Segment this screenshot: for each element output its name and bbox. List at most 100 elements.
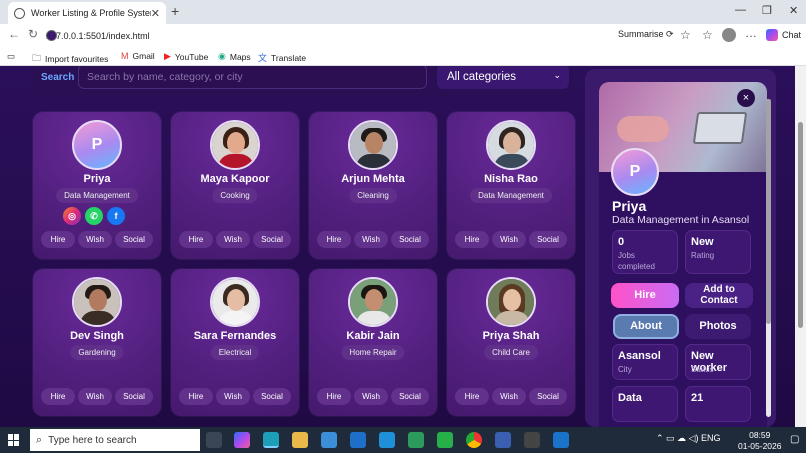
tab-about[interactable]: About (613, 314, 679, 339)
app-icon[interactable] (379, 432, 395, 448)
profile-hire-button[interactable]: Hire (611, 283, 679, 308)
search-bar: Search All categories ⌄ (33, 66, 573, 96)
system-tray[interactable]: ⌃ ▭ ☁ ◁) ENG (656, 433, 720, 444)
social-button[interactable]: Social (253, 388, 291, 405)
social-button[interactable]: Social (115, 388, 153, 405)
bookmark-translate[interactable]: 文 Translate (258, 51, 306, 64)
hire-button[interactable]: Hire (41, 231, 75, 248)
task-view-icon[interactable] (206, 432, 222, 448)
close-tab-icon[interactable]: ✕ (151, 7, 160, 20)
stat-jobs: 0 Jobs completed (612, 230, 678, 274)
green-app-icon[interactable] (437, 432, 453, 448)
worker-name: Kabir Jain (346, 330, 400, 342)
youtube-icon: ▶ (164, 51, 171, 61)
page-scrollbar[interactable] (795, 66, 806, 427)
social-button[interactable]: Social (529, 388, 567, 405)
worker-card-kabir-jain[interactable]: Kabir Jain Home Repair Hire Wish Social (309, 269, 437, 416)
calculator-icon[interactable] (408, 432, 424, 448)
store-icon[interactable] (321, 432, 337, 448)
wish-button[interactable]: Wish (354, 388, 388, 405)
reload-icon[interactable]: ↻ (28, 27, 38, 41)
favourites-icon[interactable]: ☆ (702, 28, 713, 42)
star-icon[interactable]: ☆ (680, 28, 691, 42)
instagram-icon[interactable]: ◎ (63, 207, 81, 225)
copilot-taskbar-icon[interactable] (234, 432, 250, 448)
wish-button[interactable]: Wish (78, 388, 112, 405)
more-icon[interactable]: … (745, 26, 757, 40)
profile-name: Priya (612, 198, 647, 214)
hire-button[interactable]: Hire (179, 231, 213, 248)
category-select[interactable]: All categories ⌄ (437, 66, 569, 89)
worker-card-arjun-mehta[interactable]: Arjun Mehta Cleaning Hire Wish Social (309, 112, 437, 259)
facebook-icon[interactable]: f (107, 207, 125, 225)
category-badge: Home Repair (341, 345, 405, 360)
clock[interactable]: 08:59 01-05-2026 (738, 430, 781, 452)
hire-button[interactable]: Hire (179, 388, 213, 405)
copilot-icon (766, 29, 778, 41)
social-button[interactable]: Social (115, 231, 153, 248)
worker-card-priya-shah[interactable]: Priya Shah Child Care Hire Wish Social (447, 269, 575, 416)
notifications-icon[interactable]: ▢ (790, 434, 799, 445)
wish-button[interactable]: Wish (492, 231, 526, 248)
hire-button[interactable]: Hire (317, 231, 351, 248)
bookmark-import[interactable]: 🗀 Import favourites (32, 51, 108, 67)
social-button[interactable]: Social (529, 231, 567, 248)
social-button[interactable]: Social (391, 231, 429, 248)
taskbar-search[interactable]: ⌕ Type here to search (30, 429, 200, 451)
worker-card-priya[interactable]: P Priya Data Management ◎ ✆ f Hire Wish So… (33, 112, 161, 259)
social-button[interactable]: Social (391, 388, 429, 405)
add-to-contact-button[interactable]: Add to Contact (685, 283, 753, 308)
bookmark-gmail[interactable]: M Gmail (121, 51, 155, 61)
avatar (348, 277, 398, 327)
url-field[interactable]: i 127.0.0.1:5501/index.html (46, 27, 606, 44)
browser-tab[interactable]: Worker Listing & Profile System ✕ (8, 2, 166, 24)
search-input[interactable] (78, 66, 427, 89)
worker-card-maya-kapoor[interactable]: Maya Kapoor Cooking Hire Wish Social (171, 112, 299, 259)
worker-name: Nisha Rao (484, 173, 538, 185)
avatar (210, 120, 260, 170)
wish-button[interactable]: Wish (354, 231, 388, 248)
avatar (486, 120, 536, 170)
profile-avatar-icon[interactable] (722, 28, 736, 42)
whatsapp-icon[interactable]: ✆ (85, 207, 103, 225)
category-badge: Electrical (210, 345, 260, 360)
maximize-icon[interactable]: ❐ (762, 4, 772, 17)
search-icon: ⌕ (36, 433, 43, 446)
photo-app-icon[interactable] (495, 432, 511, 448)
worker-card-nisha-rao[interactable]: Nisha Rao Data Management Hire Wish Social (447, 112, 575, 259)
worker-card-dev-singh[interactable]: Dev Singh Gardening Hire Wish Social (33, 269, 161, 416)
windows-start-icon[interactable] (8, 434, 20, 446)
worker-name: Maya Kapoor (200, 173, 270, 185)
site-info-icon[interactable]: i (46, 30, 57, 41)
minimize-icon[interactable]: — (735, 4, 746, 16)
hire-button[interactable]: Hire (455, 388, 489, 405)
edge-icon[interactable] (263, 432, 279, 448)
close-window-icon[interactable]: ✕ (789, 4, 798, 17)
panel-scrollbar[interactable] (766, 99, 771, 417)
vscode-icon[interactable] (553, 432, 569, 448)
bookmark-maps[interactable]: ◉ Maps (218, 51, 251, 62)
tab-photos[interactable]: Photos (685, 314, 751, 339)
wish-button[interactable]: Wish (216, 388, 250, 405)
hire-button[interactable]: Hire (317, 388, 351, 405)
back-icon[interactable]: ← (8, 27, 20, 41)
wish-button[interactable]: Wish (78, 231, 112, 248)
outlook-icon[interactable] (350, 432, 366, 448)
new-tab-icon[interactable]: + (171, 3, 179, 19)
bookmark-youtube[interactable]: ▶ YouTube (164, 51, 208, 62)
sidebar-toggle-icon[interactable]: ▭ (7, 51, 15, 62)
chat-button[interactable]: Chat (766, 29, 801, 41)
summarise-button[interactable]: Summarise ⟳ (618, 29, 674, 40)
wish-button[interactable]: Wish (216, 231, 250, 248)
file-explorer-icon[interactable] (292, 432, 308, 448)
info-city: Asansol City (612, 344, 678, 380)
hire-button[interactable]: Hire (41, 388, 75, 405)
chatgpt-icon[interactable] (524, 432, 540, 448)
bookmarks-bar: ▭ 🗀 Import favourites M Gmail ▶ YouTube ◉ Ma… (0, 47, 806, 66)
hire-button[interactable]: Hire (455, 231, 489, 248)
wish-button[interactable]: Wish (492, 388, 526, 405)
chrome-icon[interactable] (466, 432, 482, 448)
social-button[interactable]: Social (253, 231, 291, 248)
worker-card-sara-fernandes[interactable]: Sara Fernandes Electrical Hire Wish Social (171, 269, 299, 416)
close-panel-button[interactable]: × (737, 89, 755, 107)
